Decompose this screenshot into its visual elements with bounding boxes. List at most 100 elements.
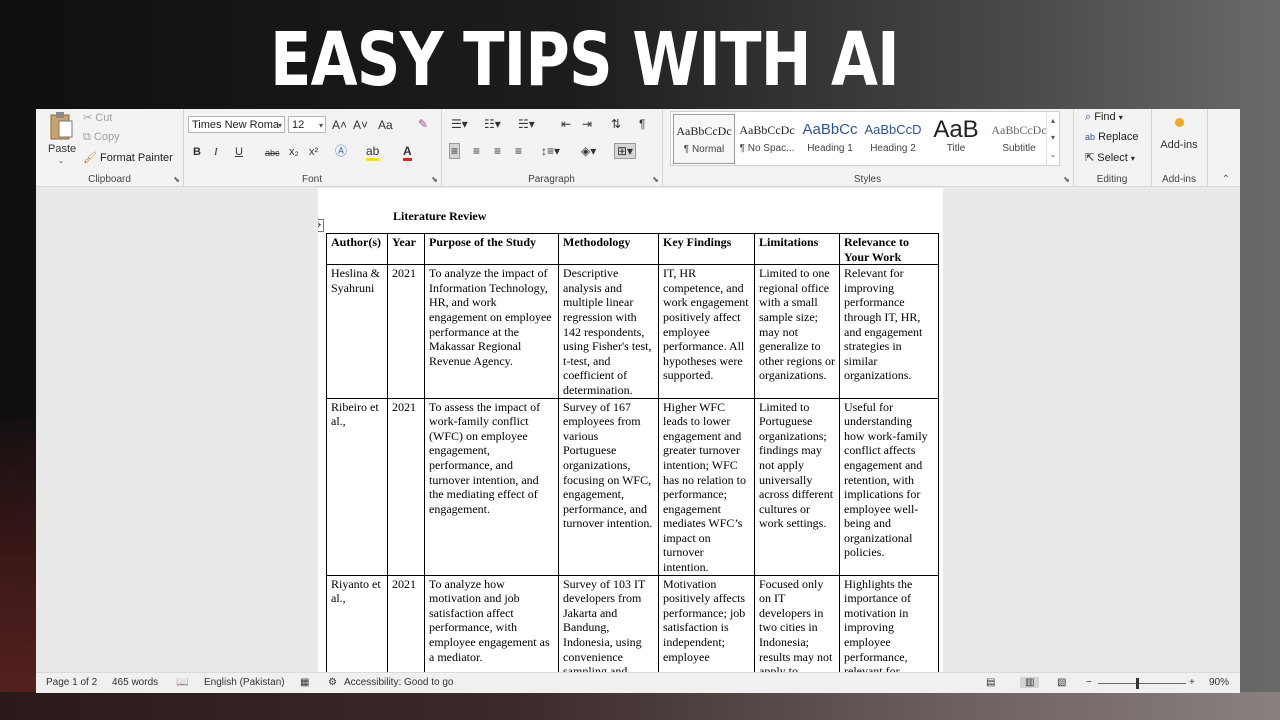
zoom-out-icon[interactable]: − — [1086, 677, 1092, 688]
increase-indent-icon[interactable]: ⇥ — [582, 117, 592, 131]
zoom-in-icon[interactable]: + — [1189, 677, 1195, 688]
align-left-icon[interactable]: ≡ — [449, 143, 461, 159]
highlight-icon[interactable]: ab — [366, 144, 380, 161]
style-subtitle[interactable]: AaBbCcDc Subtitle — [988, 114, 1050, 164]
column-header[interactable]: Author(s) — [326, 232, 388, 266]
chevron-down-icon[interactable]: ▾ — [1047, 129, 1059, 146]
clear-formatting-icon[interactable]: ✎ — [418, 117, 428, 131]
shrink-font-icon[interactable]: A˅ — [353, 118, 368, 132]
page-count[interactable]: Page 1 of 2 — [46, 677, 97, 688]
sort-icon[interactable]: ⇅ — [611, 117, 621, 131]
word-count[interactable]: 465 words — [112, 677, 158, 688]
zoom-slider[interactable] — [1098, 683, 1186, 684]
style-heading-2[interactable]: AaBbCcD Heading 2 — [862, 114, 924, 164]
copy-button[interactable]: ⧉ Copy — [83, 131, 120, 144]
table-cell[interactable]: Higher WFC leads to lower engagement and… — [658, 397, 755, 576]
dialog-launcher-icon[interactable]: ⬊ — [173, 175, 180, 184]
style-normal[interactable]: AaBbCcDc ¶ Normal — [673, 114, 735, 164]
replace-button[interactable]: ab Replace — [1085, 131, 1138, 143]
change-case-button[interactable]: Aa — [378, 118, 393, 132]
accessibility-status[interactable]: Accessibility: Good to go — [344, 677, 454, 688]
table-cell[interactable]: Descriptive analysis and multiple linear… — [558, 264, 659, 399]
table-cell[interactable]: 2021 — [387, 264, 425, 399]
gallery-scroll[interactable]: ▴ ▾ ⌄ — [1046, 112, 1059, 165]
zoom-slider-thumb[interactable] — [1136, 678, 1139, 689]
line-spacing-icon[interactable]: ↕≡▾ — [541, 144, 560, 158]
numbering-icon[interactable]: ☷▾ — [484, 117, 501, 131]
table-cell[interactable]: Limited to Portuguese organizations; fin… — [754, 397, 840, 576]
table-cell[interactable]: To analyze how motivation and job satisf… — [424, 574, 559, 678]
background-bottom-band — [0, 692, 1280, 720]
text-predictions-icon[interactable]: ▦ — [300, 677, 309, 688]
table-cell[interactable]: Survey of 103 IT developers from Jakarta… — [558, 574, 659, 678]
print-layout-icon[interactable]: ▥ — [1020, 677, 1040, 688]
underline-button[interactable]: U — [235, 145, 243, 159]
table-move-handle-icon[interactable]: ✥ — [318, 219, 324, 232]
table-cell[interactable]: Heslina & Syahruni — [326, 264, 388, 399]
column-header[interactable]: Methodology — [558, 232, 659, 266]
style-no-spacing[interactable]: AaBbCcDc ¶ No Spac... — [736, 114, 798, 164]
addins-button[interactable]: Add-ins — [1151, 113, 1207, 157]
gallery-more-icon[interactable]: ⌄ — [1047, 146, 1059, 163]
table-cell[interactable]: Limited to one regional office with a sm… — [754, 264, 840, 399]
language-status[interactable]: English (Pakistan) — [204, 677, 285, 688]
collapse-ribbon-icon[interactable]: ⌃ — [1222, 174, 1230, 185]
table-cell[interactable]: 2021 — [387, 574, 425, 678]
table-cell[interactable]: 2021 — [387, 397, 425, 576]
table-cell[interactable]: Focused only on IT developers in two cit… — [754, 574, 840, 678]
select-button[interactable]: ⇱ Select ▾ — [1085, 151, 1135, 164]
proofing-icon[interactable]: 📖 — [176, 677, 188, 688]
text-effects-icon[interactable]: Ⓐ — [335, 144, 347, 158]
table-cell[interactable]: To analyze the impact of Information Tec… — [424, 264, 559, 399]
table-cell[interactable]: Riyanto et al., — [326, 574, 388, 678]
table-cell[interactable]: Useful for understanding how work-family… — [839, 397, 939, 576]
style-heading-1[interactable]: AaBbCc Heading 1 — [799, 114, 861, 164]
table-cell[interactable]: Ribeiro et al., — [326, 397, 388, 576]
bullets-icon[interactable]: ☰▾ — [451, 117, 468, 131]
cut-button[interactable]: ✂ Cut — [83, 111, 112, 124]
table-cell[interactable]: Motivation positively affects performanc… — [658, 574, 755, 678]
dialog-launcher-icon[interactable]: ⬊ — [652, 175, 659, 184]
strikethrough-button[interactable]: abc — [265, 146, 280, 160]
font-color-button[interactable]: A — [403, 144, 412, 161]
column-header[interactable]: Year — [387, 232, 425, 266]
chevron-up-icon[interactable]: ▴ — [1047, 112, 1059, 129]
align-center-icon[interactable]: ≡ — [473, 144, 480, 158]
justify-icon[interactable]: ≡ — [515, 144, 522, 158]
table-cell[interactable]: Highlights the importance of motivation … — [839, 574, 939, 678]
literature-table[interactable]: Author(s) Year Purpose of the Study Meth… — [326, 232, 939, 678]
paste-button[interactable]: Paste ⌄ — [46, 111, 76, 166]
web-layout-icon[interactable]: ▧ — [1057, 677, 1066, 688]
italic-button[interactable]: I — [214, 145, 218, 159]
dialog-launcher-icon[interactable]: ⬊ — [431, 175, 438, 184]
dialog-launcher-icon[interactable]: ⬊ — [1063, 175, 1070, 184]
font-name-combo[interactable]: Times New Roma ▾ — [188, 116, 285, 133]
zoom-level[interactable]: 90% — [1209, 677, 1229, 688]
table-cell[interactable]: Relevant for improving performance throu… — [839, 264, 939, 399]
document-page[interactable]: Literature Review ✥ Author(s) Year Purpo… — [318, 188, 943, 678]
decrease-indent-icon[interactable]: ⇤ — [561, 117, 571, 131]
column-header[interactable]: Relevance to Your Work — [839, 232, 939, 266]
pilcrow-icon[interactable]: ¶ — [639, 117, 645, 131]
find-button[interactable]: ⌕ Find ▾ — [1085, 111, 1123, 124]
editing-group: ⌕ Find ▾ ab Replace ⇱ Select ▾ Editing — [1073, 109, 1152, 186]
column-header[interactable]: Key Findings — [658, 232, 755, 266]
borders-icon[interactable]: ⊞▾ — [614, 143, 637, 159]
column-header[interactable]: Purpose of the Study — [424, 232, 559, 266]
table-cell[interactable]: Survey of 167 employees from various Por… — [558, 397, 659, 576]
superscript-button[interactable]: x² — [309, 145, 318, 159]
read-mode-icon[interactable]: ▤ — [986, 677, 995, 688]
font-size-combo[interactable]: 12 ▾ — [288, 116, 326, 133]
style-title[interactable]: AaB Title — [925, 114, 987, 164]
align-right-icon[interactable]: ≡ — [494, 144, 501, 158]
table-cell[interactable]: IT, HR competence, and work engagement p… — [658, 264, 755, 399]
grow-font-icon[interactable]: A˄ — [332, 118, 347, 132]
multilevel-list-icon[interactable]: ☵▾ — [518, 117, 535, 131]
font-size-value: 12 — [292, 119, 305, 131]
shading-icon[interactable]: ◈▾ — [581, 144, 596, 158]
subscript-button[interactable]: x₂ — [289, 145, 299, 159]
column-header[interactable]: Limitations — [754, 232, 840, 266]
table-cell[interactable]: To assess the impact of work-family conf… — [424, 397, 559, 576]
bold-button[interactable]: B — [193, 145, 201, 159]
format-painter-button[interactable]: 🖌 Format Painter — [83, 151, 173, 164]
